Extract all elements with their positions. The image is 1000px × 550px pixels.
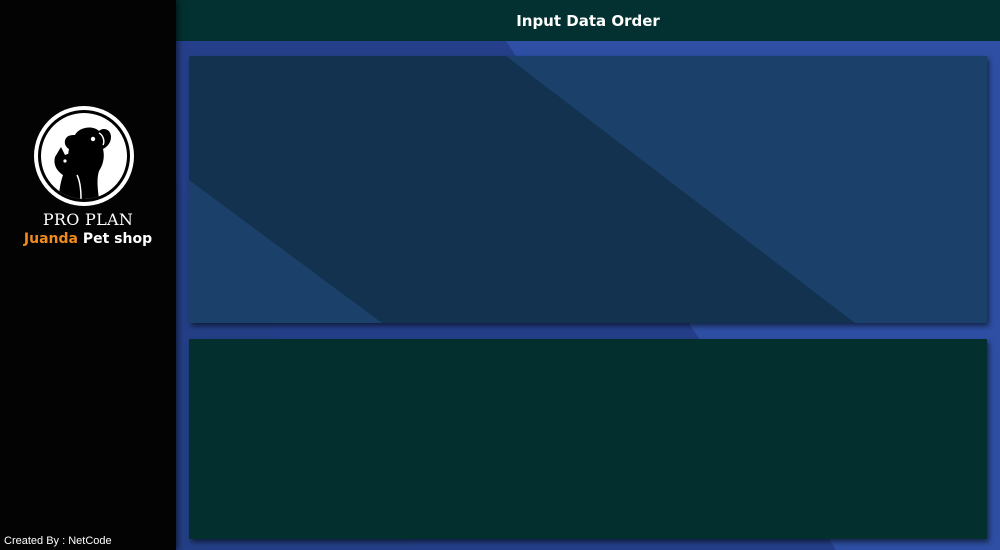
shop-name-rest: Pet shop — [77, 231, 153, 247]
pet-logo-icon — [34, 106, 134, 206]
app-window: PRO PLAN Juanda Pet shop Created By : Ne… — [0, 0, 1000, 550]
shop-name: Juanda Pet shop — [0, 231, 176, 247]
brand-name: PRO PLAN — [42, 210, 134, 229]
bottom-panel — [189, 339, 987, 539]
footer-credit: Created By : NetCode — [4, 535, 112, 547]
header-bar: Input Data Order — [176, 0, 1000, 41]
top-panel — [189, 56, 987, 323]
sidebar: PRO PLAN Juanda Pet shop Created By : Ne… — [0, 0, 176, 550]
page-title: Input Data Order — [516, 12, 660, 30]
shop-name-accent: Juanda — [23, 231, 78, 247]
